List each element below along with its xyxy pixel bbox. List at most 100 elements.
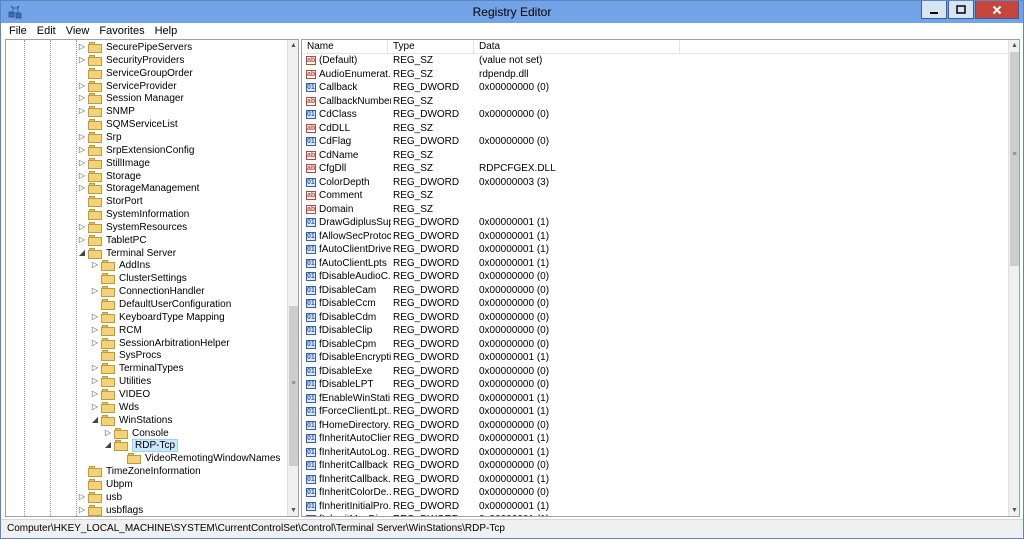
- expand-arrow-icon[interactable]: ▷: [78, 235, 86, 245]
- menu-edit[interactable]: Edit: [32, 23, 61, 39]
- list-scroll-thumb[interactable]: ≡: [1010, 52, 1019, 266]
- tree-item[interactable]: ▷ VIDEO: [6, 388, 287, 401]
- value-row[interactable]: ColorDepth REG_DWORD 0x00000003 (3): [302, 176, 1008, 190]
- tree-item[interactable]: ▷ AddIns: [6, 259, 287, 272]
- value-row[interactable]: fDisableCpm REG_DWORD 0x00000000 (0): [302, 338, 1008, 352]
- tree-scroll-thumb[interactable]: ≡: [289, 306, 298, 466]
- tree-item[interactable]: ▷ usb: [6, 491, 287, 504]
- value-row[interactable]: fInheritColorDe...REG_DWORD 0x00000000 (0…: [302, 486, 1008, 500]
- scroll-up-icon[interactable]: ▲: [288, 40, 298, 51]
- tree-item[interactable]: ▷ Srp: [6, 131, 287, 144]
- tree-item[interactable]: VideoRemotingWindowNames: [6, 452, 287, 465]
- tree-item[interactable]: ◢ RDP-Tcp: [6, 439, 287, 453]
- value-row[interactable]: fForceClientLpt...REG_DWORD 0x00000001 (1…: [302, 405, 1008, 419]
- tree-item[interactable]: ▷ SecurePipeServers: [6, 41, 287, 54]
- tree-item[interactable]: ▷ Session Manager: [6, 92, 287, 105]
- tree-item[interactable]: ▷ TabletPC: [6, 234, 287, 247]
- expand-arrow-icon[interactable]: ▷: [78, 81, 86, 91]
- expand-arrow-icon[interactable]: ▷: [78, 55, 86, 65]
- expand-arrow-icon[interactable]: ▷: [104, 428, 112, 438]
- tree-item[interactable]: ▷ TerminalTypes: [6, 362, 287, 375]
- tree-item[interactable]: ▷ SNMP: [6, 105, 287, 118]
- value-row[interactable]: CdDLL REG_SZ: [302, 122, 1008, 136]
- tree-item[interactable]: ▷ KeyboardType Mapping: [6, 311, 287, 324]
- tree-item[interactable]: ▷ StorageManagement: [6, 182, 287, 195]
- expand-arrow-icon[interactable]: ▷: [91, 338, 99, 348]
- tree-item[interactable]: ▷ RCM: [6, 324, 287, 337]
- tree-item[interactable]: ▷ usbflags: [6, 504, 287, 516]
- value-row[interactable]: fInheritCallback REG_DWORD 0x00000000 (0): [302, 459, 1008, 473]
- expand-arrow-icon[interactable]: ▷: [91, 402, 99, 412]
- value-row[interactable]: fInheritMaxDis...REG_DWORD 0x00000001 (1): [302, 513, 1008, 516]
- value-row[interactable]: fEnableWinStati...REG_DWORD 0x00000001 (1…: [302, 392, 1008, 406]
- tree-vertical-scrollbar[interactable]: ▲ ≡ ▼: [287, 40, 298, 516]
- collapse-arrow-icon[interactable]: ◢: [91, 415, 99, 425]
- expand-arrow-icon[interactable]: ▷: [78, 145, 86, 155]
- value-row[interactable]: fDisableClip REG_DWORD 0x00000000 (0): [302, 324, 1008, 338]
- tree-item[interactable]: Ubpm: [6, 478, 287, 491]
- tree-item[interactable]: ▷ ServiceProvider: [6, 80, 287, 93]
- expand-arrow-icon[interactable]: ▷: [78, 492, 86, 502]
- expand-arrow-icon[interactable]: ▷: [91, 312, 99, 322]
- value-row[interactable]: fDisableAudioC...REG_DWORD 0x00000000 (0): [302, 270, 1008, 284]
- expand-arrow-icon[interactable]: ▷: [91, 286, 99, 296]
- tree-item[interactable]: ▷ SessionArbitrationHelper: [6, 337, 287, 350]
- tree-item[interactable]: ▷ ConnectionHandler: [6, 285, 287, 298]
- tree-item[interactable]: SystemInformation: [6, 208, 287, 221]
- value-row[interactable]: Callback REG_DWORD 0x00000000 (0): [302, 81, 1008, 95]
- scroll-up-icon[interactable]: ▲: [1009, 40, 1019, 51]
- value-row[interactable]: fHomeDirectory...REG_DWORD 0x00000000 (0): [302, 419, 1008, 433]
- tree-item[interactable]: ▷ Utilities: [6, 375, 287, 388]
- value-row[interactable]: fAllowSecProtoc...REG_DWORD 0x00000001 (1…: [302, 230, 1008, 244]
- column-header-type[interactable]: Type: [388, 40, 474, 54]
- tree-item[interactable]: TimeZoneInformation: [6, 465, 287, 478]
- tree-item[interactable]: ClusterSettings: [6, 272, 287, 285]
- expand-arrow-icon[interactable]: ▷: [91, 260, 99, 270]
- tree-item[interactable]: DefaultUserConfiguration: [6, 298, 287, 311]
- menu-file[interactable]: File: [1, 23, 32, 39]
- value-row[interactable]: DrawGdiplusSup...REG_DWORD 0x00000001 (1): [302, 216, 1008, 230]
- tree-item[interactable]: ◢ WinStations: [6, 414, 287, 427]
- value-row[interactable]: CdFlag REG_DWORD 0x00000000 (0): [302, 135, 1008, 149]
- tree-item[interactable]: ▷ SystemResources: [6, 221, 287, 234]
- tree-item[interactable]: SQMServiceList: [6, 118, 287, 131]
- value-row[interactable]: AudioEnumerat...REG_SZ rdpendp.dll: [302, 68, 1008, 82]
- value-row[interactable]: fDisableCdm REG_DWORD 0x00000000 (0): [302, 311, 1008, 325]
- value-row[interactable]: fDisableLPT REG_DWORD 0x00000000 (0): [302, 378, 1008, 392]
- value-row[interactable]: fInheritCallback...REG_DWORD 0x00000001 (…: [302, 473, 1008, 487]
- tree-item[interactable]: ▷ StillImage: [6, 157, 287, 170]
- minimize-button[interactable]: [921, 1, 947, 19]
- value-row[interactable]: fInheritAutoClientREG_DWORD 0x00000001 (1…: [302, 432, 1008, 446]
- expand-arrow-icon[interactable]: ▷: [78, 42, 86, 52]
- scroll-down-icon[interactable]: ▼: [288, 505, 298, 516]
- value-row[interactable]: fAutoClientDrivesREG_DWORD 0x00000001 (1): [302, 243, 1008, 257]
- value-row[interactable]: CfgDll REG_SZ RDPCFGEX.DLL: [302, 162, 1008, 176]
- value-row[interactable]: fDisableCcm REG_DWORD 0x00000000 (0): [302, 297, 1008, 311]
- value-row[interactable]: Comment REG_SZ: [302, 189, 1008, 203]
- expand-arrow-icon[interactable]: ▷: [91, 389, 99, 399]
- column-header-name[interactable]: Name: [302, 40, 388, 54]
- tree-item[interactable]: ▷ Wds: [6, 401, 287, 414]
- value-row[interactable]: Domain REG_SZ: [302, 203, 1008, 217]
- value-row[interactable]: fInheritAutoLog...REG_DWORD 0x00000001 (1…: [302, 446, 1008, 460]
- value-row[interactable]: fDisableExe REG_DWORD 0x00000000 (0): [302, 365, 1008, 379]
- value-row[interactable]: (Default) REG_SZ (value not set): [302, 54, 1008, 68]
- maximize-button[interactable]: [948, 1, 974, 19]
- column-header-data[interactable]: Data: [474, 40, 680, 54]
- value-row[interactable]: CdClass REG_DWORD 0x00000000 (0): [302, 108, 1008, 122]
- value-row[interactable]: fInheritInitialPro...REG_DWORD 0x00000001…: [302, 500, 1008, 514]
- tree-item[interactable]: StorPort: [6, 195, 287, 208]
- tree-item[interactable]: ◢ Terminal Server: [6, 247, 287, 260]
- value-row[interactable]: fDisableEncrypti...REG_DWORD 0x00000001 (…: [302, 351, 1008, 365]
- expand-arrow-icon[interactable]: ▷: [91, 376, 99, 386]
- tree-item[interactable]: ServiceGroupOrder: [6, 67, 287, 80]
- title-bar[interactable]: Registry Editor: [1, 1, 1023, 23]
- tree-item[interactable]: ▷ SrpExtensionConfig: [6, 144, 287, 157]
- expand-arrow-icon[interactable]: ▷: [91, 363, 99, 373]
- value-row[interactable]: fAutoClientLpts REG_DWORD 0x00000001 (1): [302, 257, 1008, 271]
- expand-arrow-icon[interactable]: ▷: [78, 93, 86, 103]
- list-vertical-scrollbar[interactable]: ▲ ≡ ▼: [1008, 40, 1019, 516]
- tree-item[interactable]: ▷ Storage: [6, 170, 287, 183]
- menu-favorites[interactable]: Favorites: [94, 23, 149, 39]
- menu-view[interactable]: View: [61, 23, 95, 39]
